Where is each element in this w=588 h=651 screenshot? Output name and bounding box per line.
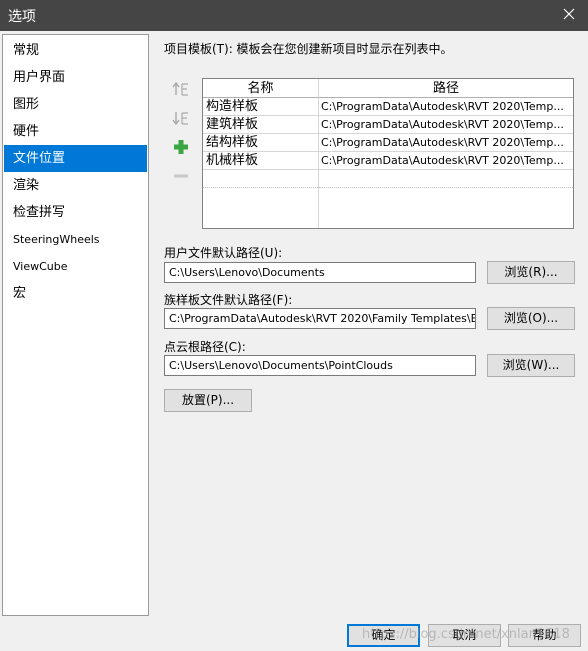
remove-icon[interactable] bbox=[172, 167, 190, 185]
templates-description: 项目模板(T): 模板会在您创建新项目时显示在列表中。 bbox=[164, 42, 453, 56]
title-bar: 选项 bbox=[0, 0, 588, 31]
browse-user-button[interactable]: 浏览(R)... bbox=[487, 261, 575, 284]
template-name[interactable]: 机械样板 bbox=[203, 152, 318, 170]
user-path-label: 用户文件默认路径(U): bbox=[164, 246, 283, 260]
help-button[interactable]: 帮助 bbox=[508, 624, 581, 647]
template-path[interactable]: C:\ProgramData\Autodesk\RVT 2020\Temp... bbox=[319, 152, 573, 170]
family-path-field[interactable]: C:\ProgramData\Autodesk\RVT 2020\Family … bbox=[164, 308, 476, 329]
template-new-row[interactable] bbox=[203, 170, 318, 188]
nav-item-rendering[interactable]: 渲染 bbox=[4, 172, 147, 199]
point-cloud-path-field[interactable]: C:\Users\Lenovo\Documents\PointClouds bbox=[164, 355, 476, 376]
browse-family-button[interactable]: 浏览(O)... bbox=[487, 307, 575, 330]
window-title: 选项 bbox=[8, 9, 36, 25]
template-name[interactable]: 建筑样板 bbox=[203, 116, 318, 134]
nav-item-graphics[interactable]: 图形 bbox=[4, 91, 147, 118]
dialog-body: 常规 用户界面 图形 硬件 文件位置 渲染 检查拼写 SteeringWheel… bbox=[0, 31, 588, 651]
places-button[interactable]: 放置(P)... bbox=[164, 389, 252, 412]
ok-button[interactable]: 确定 bbox=[347, 624, 420, 647]
nav-item-spelling[interactable]: 检查拼写 bbox=[4, 199, 147, 226]
move-up-icon[interactable] bbox=[172, 80, 190, 98]
template-name[interactable]: 结构样板 bbox=[203, 134, 318, 152]
cancel-button[interactable]: 取消 bbox=[428, 624, 501, 647]
template-path[interactable]: C:\ProgramData\Autodesk\RVT 2020\Temp... bbox=[319, 98, 573, 116]
template-new-row-path[interactable] bbox=[319, 170, 573, 188]
templates-grid: 名称 路径 构造样板 C:\ProgramData\Autodesk\RVT 2… bbox=[202, 78, 574, 229]
nav-item-viewcube[interactable]: ViewCube bbox=[4, 253, 147, 280]
add-icon[interactable] bbox=[172, 138, 190, 156]
user-path-field[interactable]: C:\Users\Lenovo\Documents bbox=[164, 262, 476, 283]
options-nav: 常规 用户界面 图形 硬件 文件位置 渲染 检查拼写 SteeringWheel… bbox=[2, 34, 149, 616]
template-name[interactable]: 构造样板 bbox=[203, 98, 318, 116]
column-header-path[interactable]: 路径 bbox=[319, 79, 573, 98]
nav-item-steeringwheels[interactable]: SteeringWheels bbox=[4, 226, 147, 253]
template-path[interactable]: C:\ProgramData\Autodesk\RVT 2020\Temp... bbox=[319, 116, 573, 134]
nav-item-file-locations[interactable]: 文件位置 bbox=[4, 145, 147, 172]
nav-item-macros[interactable]: 宏 bbox=[4, 280, 147, 307]
family-path-label: 族样板文件默认路径(F): bbox=[164, 293, 293, 307]
nav-item-hardware[interactable]: 硬件 bbox=[4, 118, 147, 145]
template-path[interactable]: C:\ProgramData\Autodesk\RVT 2020\Temp... bbox=[319, 134, 573, 152]
point-cloud-path-label: 点云根路径(C): bbox=[164, 340, 246, 354]
move-down-icon[interactable] bbox=[172, 109, 190, 127]
nav-item-general[interactable]: 常规 bbox=[4, 37, 147, 64]
column-header-name[interactable]: 名称 bbox=[203, 79, 319, 98]
browse-point-cloud-button[interactable]: 浏览(W)... bbox=[487, 354, 575, 377]
nav-item-user-interface[interactable]: 用户界面 bbox=[4, 64, 147, 91]
close-icon[interactable] bbox=[560, 5, 578, 23]
